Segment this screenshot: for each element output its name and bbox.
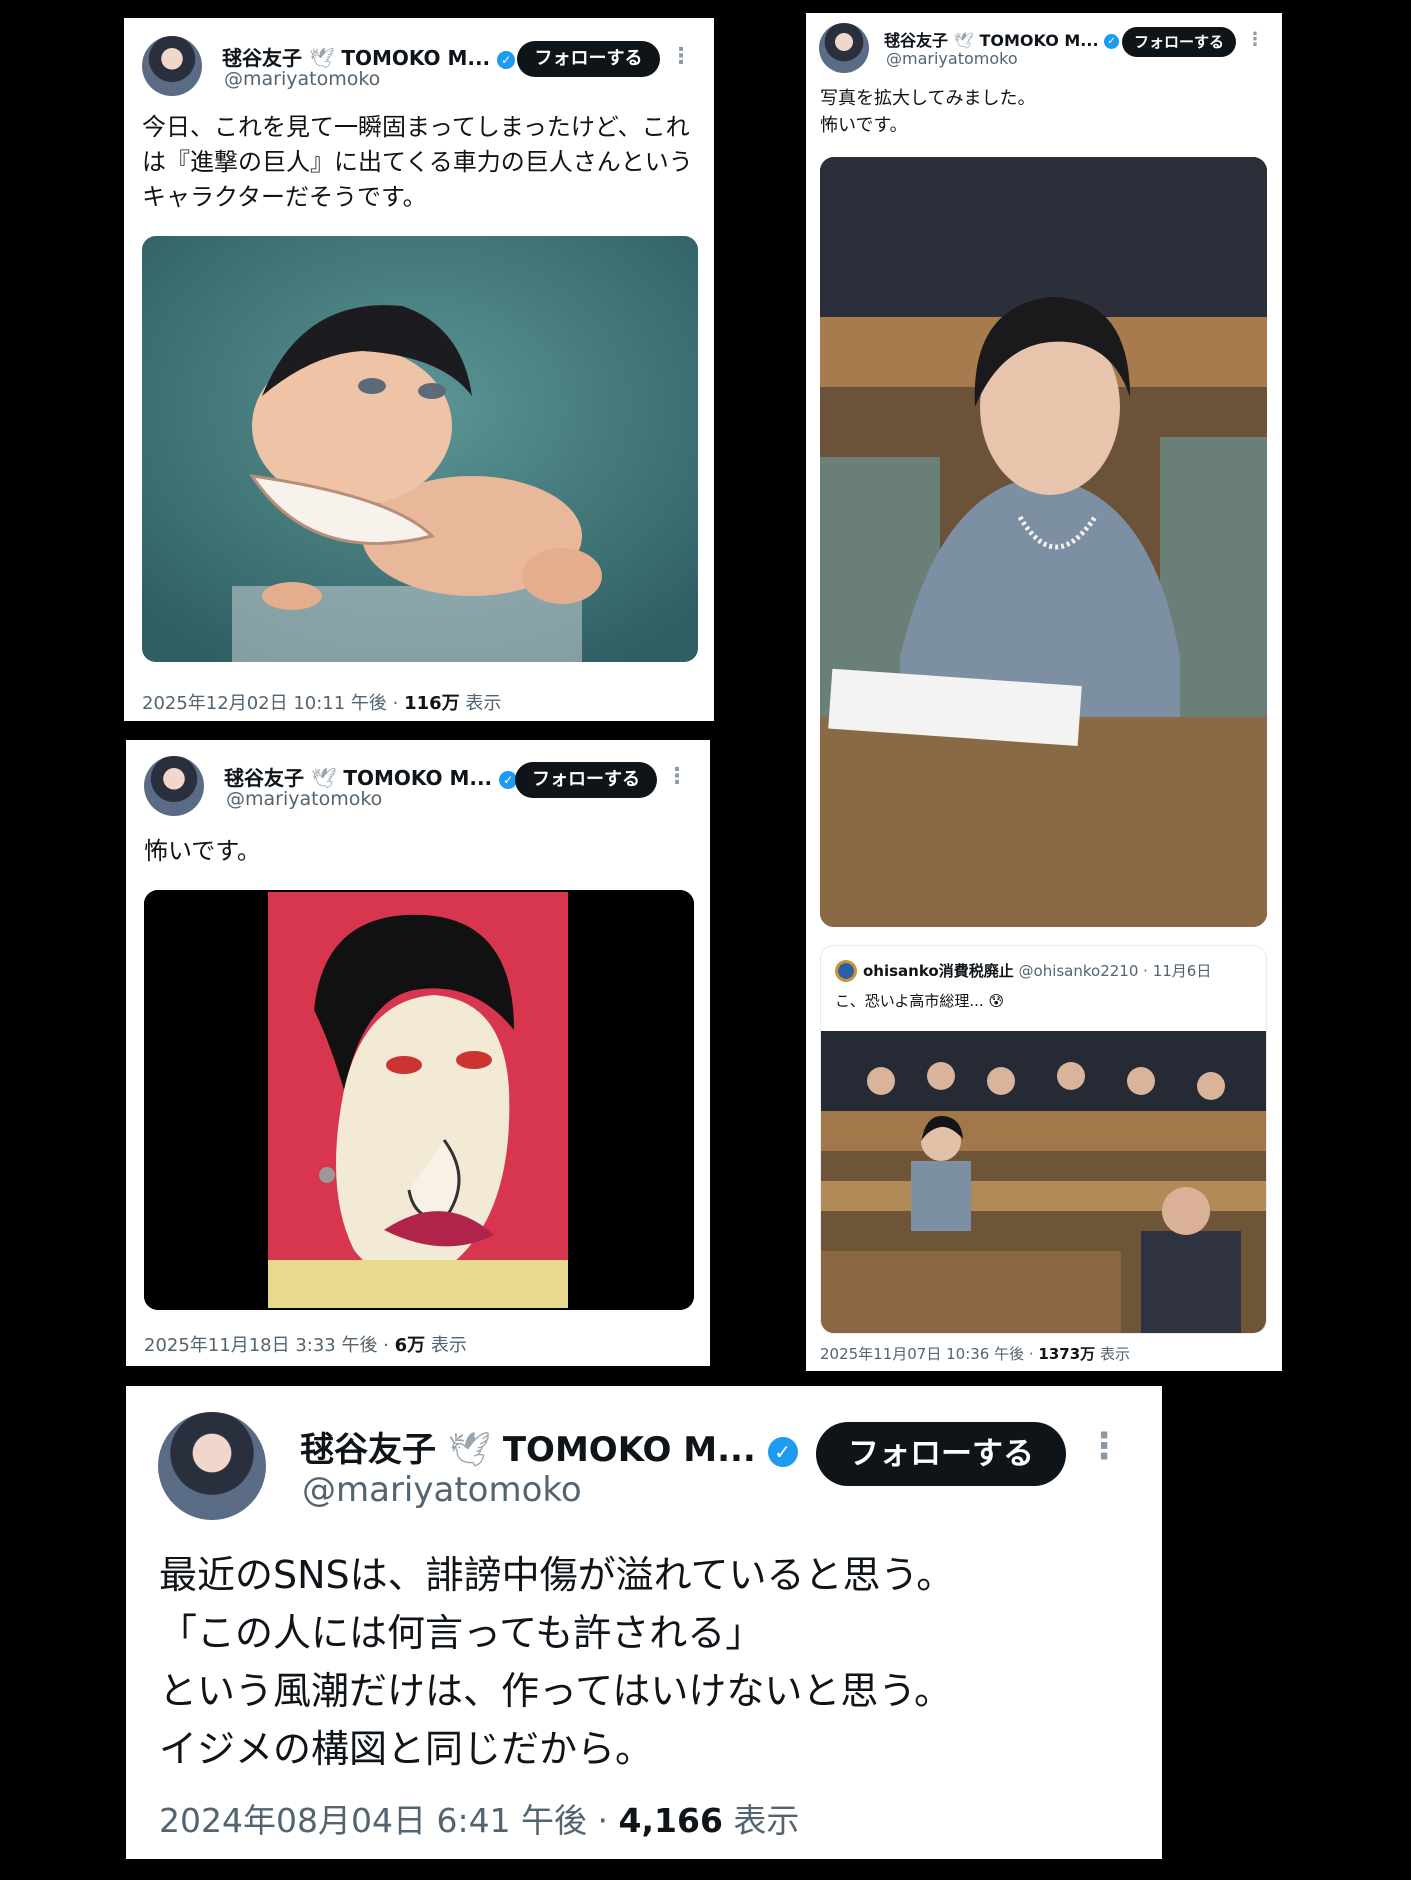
tweet-text: 今日、これを見て一瞬固まってしまったけど、これは『進撃の巨人』に出てくる車力の巨… bbox=[142, 113, 693, 211]
timestamp[interactable]: 2025年11月18日 3:33 午後 · bbox=[144, 1335, 395, 1356]
tweet-meta: 2025年11月07日 10:36 午後 · 1373万 表示 bbox=[820, 1343, 1130, 1364]
name-jp: 毬谷友子 bbox=[300, 1430, 436, 1470]
tweet-card: 毬谷友子 🕊 TOMOKO M... ✓ @mariyatomoko フォローす… bbox=[126, 740, 710, 1366]
tweet-meta: 2025年11月18日 3:33 午後 · 6万 表示 bbox=[144, 1331, 467, 1357]
quote-text: こ、恐いよ高市総理... bbox=[835, 992, 984, 1010]
name-en: TOMOKO M... bbox=[341, 46, 491, 70]
dove-icon: 🕊 bbox=[447, 1430, 492, 1470]
name-en: TOMOKO M... bbox=[502, 1430, 756, 1470]
tweet-image[interactable] bbox=[144, 890, 694, 1310]
tweet-card: 毬谷友子 🕊 TOMOKO M... ✓ @mariyatomoko フォローす… bbox=[126, 1386, 1162, 1859]
parliament-wide-photo bbox=[821, 1031, 1266, 1333]
timestamp[interactable]: 2025年11月07日 10:36 午後 · bbox=[820, 1345, 1038, 1363]
name-jp: 毬谷友子 bbox=[884, 31, 949, 50]
avatar[interactable] bbox=[819, 23, 869, 73]
tweet-meta: 2025年12月02日 10:11 午後 · 116万 表示 bbox=[142, 689, 501, 715]
view-count: 6万 bbox=[394, 1335, 426, 1356]
handle[interactable]: @mariyatomoko bbox=[226, 788, 382, 810]
timestamp[interactable]: 2025年12月02日 10:11 午後 · bbox=[142, 693, 404, 714]
follow-button[interactable]: フォローする bbox=[1122, 27, 1236, 57]
tweet-card: 毬谷友子 🕊 TOMOKO M... ✓ @mariyatomoko フォローす… bbox=[806, 13, 1282, 1371]
caricature-illustration bbox=[144, 890, 694, 1310]
more-options-icon[interactable]: ⋮ bbox=[1246, 29, 1264, 50]
views-label: 表示 bbox=[722, 1801, 800, 1840]
dove-icon: 🕊 bbox=[953, 31, 974, 50]
display-name[interactable]: 毬谷友子 🕊 TOMOKO M... ✓ bbox=[884, 27, 1120, 51]
figure-illustration bbox=[142, 236, 698, 662]
tweet-text: 最近のSNSは、誹謗中傷が溢れていると思う。 「この人には何言っても許される」 … bbox=[159, 1553, 955, 1771]
anxious-face-emoji: 😰 bbox=[988, 992, 1005, 1010]
tweet-meta: 2024年08月04日 6:41 午後 · 4,166 表示 bbox=[159, 1794, 799, 1842]
quote-name[interactable]: ohisanko消費税廃止 bbox=[863, 962, 1014, 980]
display-name[interactable]: 毬谷友子 🕊 TOMOKO M... ✓ bbox=[224, 762, 518, 791]
views-label: 表示 bbox=[1095, 1345, 1130, 1363]
tweet-text: 写真を拡大してみました。 怖いです。 bbox=[820, 88, 1036, 136]
view-count: 116万 bbox=[404, 693, 460, 714]
tweet-text: 怖いです。 bbox=[144, 837, 261, 865]
view-count: 1373万 bbox=[1038, 1345, 1096, 1363]
views-label: 表示 bbox=[425, 1335, 467, 1356]
quote-image[interactable] bbox=[821, 1031, 1266, 1333]
tweet-image[interactable] bbox=[142, 236, 698, 662]
name-en: TOMOKO M... bbox=[979, 31, 1099, 50]
verified-badge-icon: ✓ bbox=[1104, 34, 1120, 49]
views-label: 表示 bbox=[459, 693, 502, 714]
tweet-image[interactable] bbox=[820, 157, 1267, 927]
follow-button[interactable]: フォローする bbox=[816, 1422, 1066, 1486]
parliament-photo bbox=[820, 157, 1267, 927]
more-options-icon[interactable]: ⋮ bbox=[670, 44, 692, 69]
avatar[interactable] bbox=[142, 36, 202, 96]
name-jp: 毬谷友子 bbox=[222, 46, 302, 70]
more-options-icon[interactable]: ⋮ bbox=[666, 764, 688, 789]
display-name[interactable]: 毬谷友子 🕊 TOMOKO M... ✓ bbox=[222, 42, 516, 71]
display-name[interactable]: 毬谷友子 🕊 TOMOKO M... ✓ bbox=[300, 1422, 798, 1471]
tweet-card: 毬谷友子 🕊 TOMOKO M... ✓ @mariyatomoko フォローす… bbox=[124, 18, 714, 721]
timestamp[interactable]: 2024年08月04日 6:41 午後 · bbox=[159, 1801, 619, 1840]
quote-handle[interactable]: @ohisanko2210 · 11月6日 bbox=[1019, 962, 1212, 980]
handle[interactable]: @mariyatomoko bbox=[886, 49, 1018, 68]
name-en: TOMOKO M... bbox=[343, 766, 493, 790]
avatar[interactable] bbox=[144, 756, 204, 816]
verified-badge-icon: ✓ bbox=[497, 50, 516, 69]
quoted-tweet[interactable]: ohisanko消費税廃止 @ohisanko2210 · 11月6日 こ、恐い… bbox=[820, 945, 1267, 1334]
more-options-icon[interactable]: ⋮ bbox=[1086, 1426, 1122, 1467]
view-count: 4,166 bbox=[618, 1801, 723, 1840]
quote-avatar[interactable] bbox=[835, 960, 857, 982]
handle[interactable]: @mariyatomoko bbox=[224, 68, 380, 90]
verified-badge-icon: ✓ bbox=[767, 1436, 798, 1467]
dove-icon: 🕊 bbox=[310, 766, 337, 790]
handle[interactable]: @mariyatomoko bbox=[302, 1470, 582, 1510]
dove-icon: 🕊 bbox=[308, 46, 335, 70]
name-jp: 毬谷友子 bbox=[224, 766, 304, 790]
follow-button[interactable]: フォローする bbox=[517, 41, 660, 77]
avatar[interactable] bbox=[158, 1412, 266, 1520]
follow-button[interactable]: フォローする bbox=[515, 762, 657, 798]
quote-header: ohisanko消費税廃止 @ohisanko2210 · 11月6日 bbox=[863, 960, 1211, 981]
quote-text-row: こ、恐いよ高市総理... 😰 bbox=[835, 990, 1004, 1011]
